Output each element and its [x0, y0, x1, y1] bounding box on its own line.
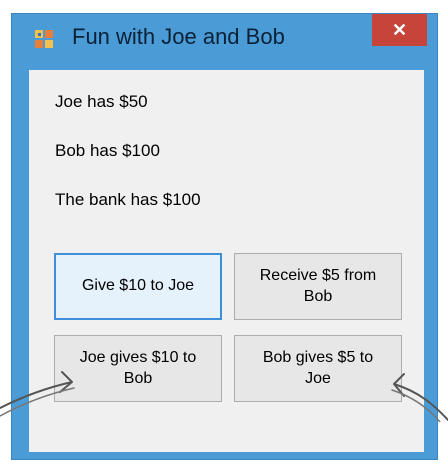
joe-balance-label: Joe has $50 [55, 92, 148, 111]
close-button[interactable]: ✕ [372, 14, 427, 46]
bank-balance-label: The bank has $100 [55, 190, 201, 209]
receive-from-bob-button[interactable]: Receive $5 from Bob [234, 253, 402, 320]
hand-drawn-arrow-icon [391, 373, 448, 422]
give-joe-button-label: Give $10 to Joe [81, 277, 195, 295]
window-title: Fun with Joe and Bob [72, 24, 285, 49]
give-joe-button[interactable]: Give $10 to Joe [54, 253, 222, 320]
app-icon [35, 30, 53, 48]
receive-from-bob-button-label: Receive $5 from Bob [259, 266, 377, 305]
hand-drawn-arrow-icon [0, 371, 75, 417]
title-bar[interactable]: Fun with Joe and Bob ✕ [12, 14, 437, 64]
bob-balance-label: Bob has $100 [55, 141, 160, 160]
bob-gives-joe-button[interactable]: Bob gives $5 to Joe [234, 335, 402, 402]
close-icon: ✕ [391, 19, 408, 40]
bob-gives-joe-button-label: Bob gives $5 to Joe [262, 348, 374, 387]
